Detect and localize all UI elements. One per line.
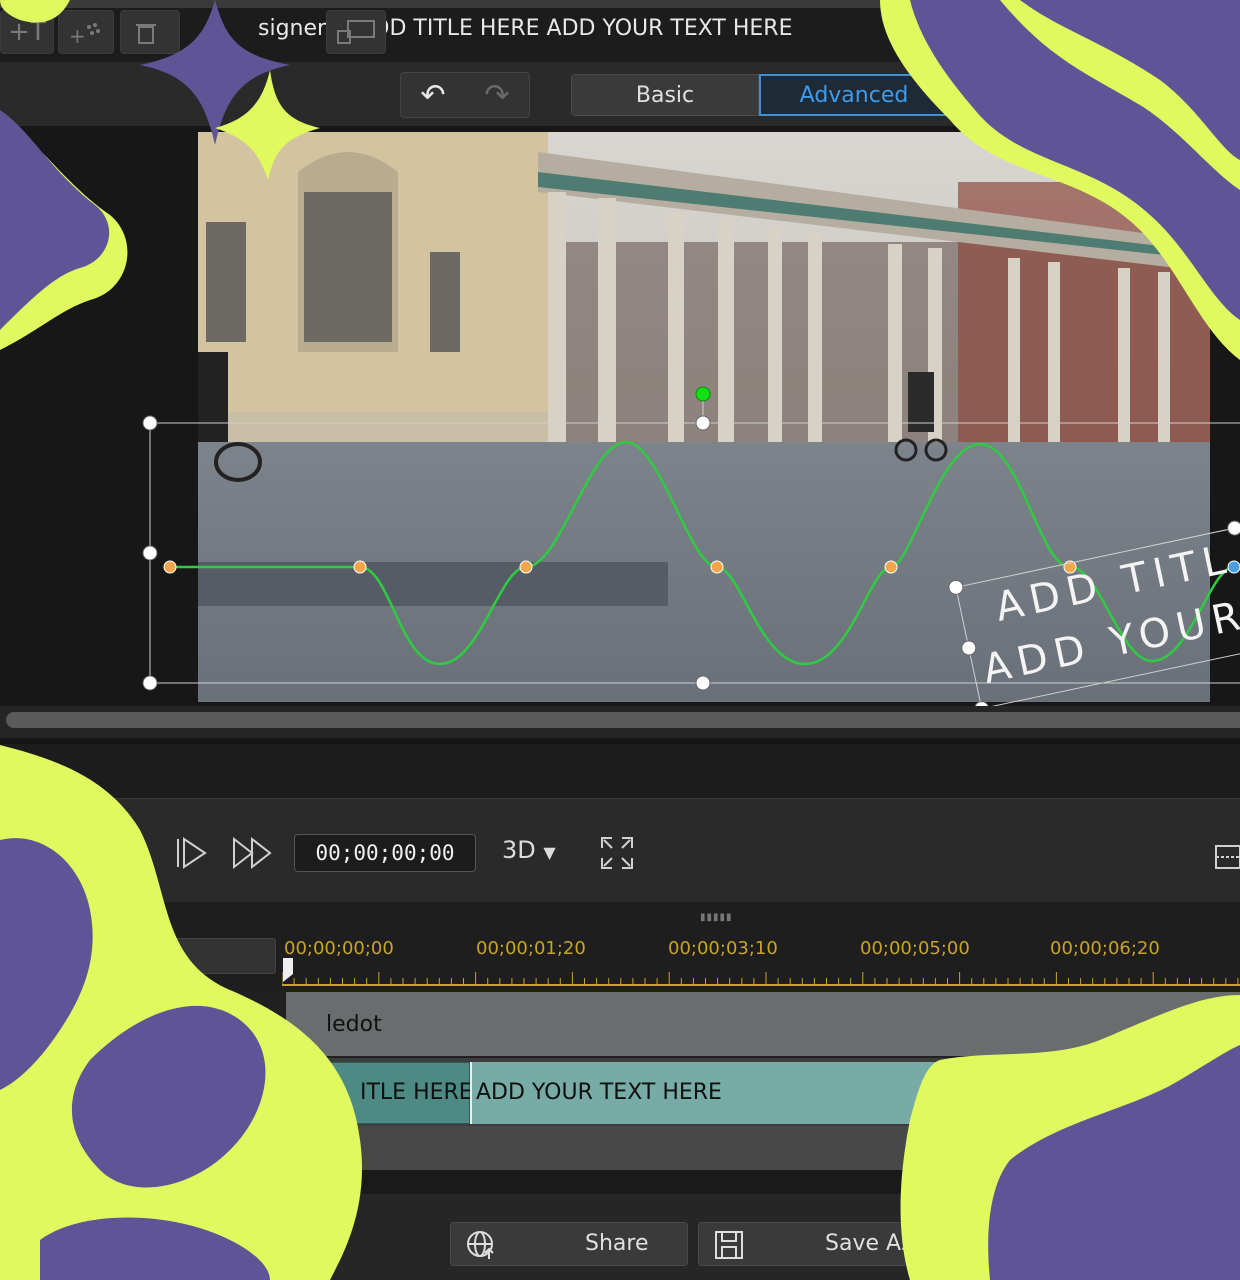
document-title: ADD TITLE HERE ADD YOUR TEXT HERE	[357, 16, 793, 41]
keyframe-point[interactable]	[353, 560, 367, 574]
undo-redo-group: ↶ ↷	[400, 72, 530, 118]
keyframe-point[interactable]	[884, 560, 898, 574]
resize-handle[interactable]	[142, 415, 158, 431]
track-particle-label: ledot	[326, 1012, 382, 1037]
basic-mode-button[interactable]: Basic	[571, 74, 759, 116]
delete-object-button[interactable]	[326, 10, 386, 54]
step-forward-icon[interactable]	[174, 836, 208, 870]
playhead-marker[interactable]	[280, 956, 296, 984]
share-globe-icon	[467, 1231, 494, 1259]
splitter-grip[interactable]: ▮▮▮▮▮	[700, 912, 733, 923]
title-clip-first-label: ITLE HERE	[360, 1080, 473, 1105]
ruler-label: 00;00;03;10	[668, 938, 778, 959]
text-resize-handle[interactable]	[960, 640, 977, 657]
text-resize-handle[interactable]	[1226, 520, 1240, 537]
ruler-ticks	[282, 972, 1239, 984]
undo-icon: ↶	[420, 77, 446, 113]
add-text-icon: +T	[8, 17, 46, 47]
ruler-label: 00;00;00;00	[284, 938, 394, 959]
timecode-display[interactable]: 00;00;00;00	[294, 834, 476, 872]
resize-handle[interactable]	[142, 545, 158, 561]
add-text-button[interactable]: +T	[0, 10, 54, 54]
add-particle-icon: +	[69, 23, 100, 47]
preview-scrollbar-thumb[interactable]	[6, 712, 1240, 728]
delete-icon	[136, 24, 156, 44]
save-disk-icon	[715, 1231, 743, 1259]
delete-layer-button[interactable]	[120, 10, 180, 54]
resize-handle[interactable]	[695, 415, 711, 431]
resize-handle[interactable]	[142, 675, 158, 691]
decor-blob	[71, 1005, 266, 1188]
keyframe-point[interactable]	[710, 560, 724, 574]
ruler-label: 00;00;06;20	[1050, 938, 1160, 959]
mode-switch: Basic Advanced	[571, 74, 949, 116]
track-particle[interactable]	[286, 992, 1240, 1056]
resize-handle[interactable]	[695, 675, 711, 691]
advanced-mode-button[interactable]: Advanced	[759, 74, 949, 116]
motion-path-overlay: ADD TITL ADD YOUR	[142, 386, 1240, 706]
delete-object-icon	[337, 20, 375, 44]
chevron-down-icon: ▼	[543, 843, 556, 862]
save-as-label: Save As	[825, 1231, 913, 1256]
share-label: Share	[585, 1231, 649, 1256]
title-clip-second-label: ADD YOUR TEXT HERE	[476, 1080, 722, 1105]
ruler-baseline	[282, 984, 1240, 986]
svg-text:+: +	[69, 24, 86, 47]
ruler-label: 00;00;05;00	[860, 938, 970, 959]
redo-button[interactable]: ↷	[465, 73, 529, 117]
keyframe-point[interactable]	[519, 560, 533, 574]
timeline-zoom-field[interactable]	[160, 938, 276, 974]
add-particle-button[interactable]: +	[58, 10, 114, 54]
fast-forward-icon[interactable]	[232, 836, 274, 870]
panel-divider	[0, 738, 1240, 798]
track-empty	[286, 1126, 1240, 1170]
ruler-label: 00;00;01;20	[476, 938, 586, 959]
rotate-handle[interactable]	[695, 386, 711, 402]
save-as-button[interactable]: Save As	[698, 1222, 998, 1266]
3d-mode-label: 3D	[502, 836, 536, 864]
3d-mode-dropdown[interactable]: 3D ▼	[502, 836, 556, 864]
text-resize-handle[interactable]	[948, 579, 965, 596]
keyframe-point[interactable]	[163, 560, 177, 574]
app-name-partial: signer	[258, 16, 327, 41]
fullscreen-icon[interactable]	[600, 836, 634, 870]
redo-icon: ↷	[484, 77, 510, 113]
undo-button[interactable]: ↶	[401, 73, 465, 117]
share-button[interactable]: Share	[450, 1222, 688, 1266]
safe-zone-icon[interactable]	[1214, 842, 1240, 872]
